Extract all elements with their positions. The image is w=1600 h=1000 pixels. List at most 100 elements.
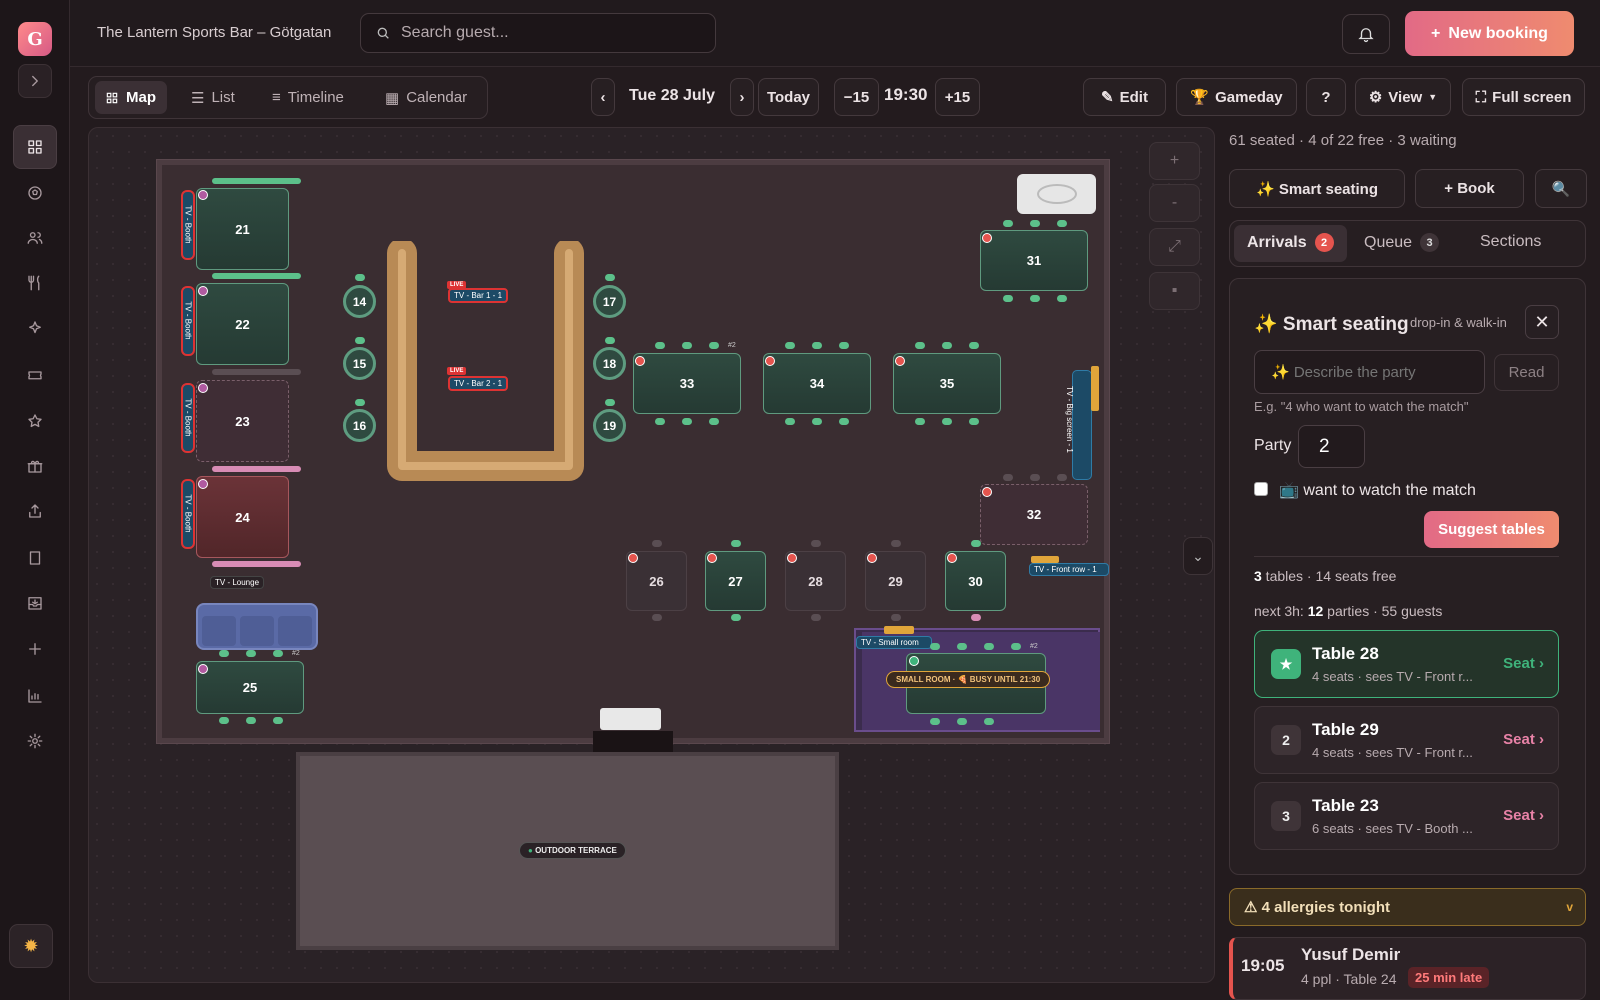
party-size-input[interactable]	[1298, 425, 1365, 468]
search-input[interactable]	[401, 24, 681, 42]
trophy-icon: 🏆	[1190, 89, 1210, 106]
table-23[interactable]: 23	[196, 380, 289, 462]
table-35[interactable]: 35	[893, 353, 1001, 414]
table-25[interactable]: 25	[196, 661, 304, 714]
table-32[interactable]: 32	[980, 484, 1088, 545]
search-guests-button[interactable]: 🔍	[1535, 169, 1587, 208]
help-button[interactable]: ?	[1306, 78, 1346, 116]
minus-15-button[interactable]: −15	[834, 78, 879, 116]
theme-toggle-sun-icon[interactable]: ✹	[9, 924, 53, 968]
rail-add[interactable]	[18, 632, 52, 666]
close-smart-seating-button[interactable]: ✕	[1525, 305, 1559, 339]
fit-view-button[interactable]: ⤢	[1149, 228, 1200, 266]
table-19[interactable]: 19	[593, 409, 626, 442]
table-31[interactable]: 31	[980, 230, 1088, 291]
suggest-tables-button[interactable]: Suggest tables	[1424, 511, 1559, 548]
table-24[interactable]: 24	[196, 476, 289, 558]
seat-tag: #2	[292, 650, 300, 657]
tab-map[interactable]: Map	[95, 81, 167, 114]
rail-archive[interactable]	[18, 586, 52, 620]
table-21[interactable]: 21	[196, 188, 289, 270]
tv-bar-1[interactable]: TV - Bar 1 - 1	[448, 288, 509, 303]
rail-book[interactable]	[18, 541, 52, 575]
watch-match-checkbox[interactable]	[1254, 482, 1268, 496]
rail-settings[interactable]	[18, 724, 52, 758]
suggestion-table-23[interactable]: 3 Table 23 6 seats · sees TV - Booth ...…	[1254, 782, 1559, 850]
tab-sections[interactable]: Sections	[1480, 233, 1541, 251]
describe-party-input[interactable]	[1254, 350, 1485, 394]
close-icon: ✕	[1534, 311, 1550, 332]
edit-button[interactable]: ✎ Edit	[1083, 78, 1166, 116]
suggestion-table-28[interactable]: ★ Table 28 4 seats · sees TV - Front r..…	[1254, 630, 1559, 698]
table-34[interactable]: 34	[763, 353, 871, 414]
plus-15-button[interactable]: +15	[935, 78, 980, 116]
fullscreen-icon: ⛶	[1475, 88, 1487, 106]
save-layout-button[interactable]: ▪	[1149, 272, 1200, 310]
rail-gifts[interactable]	[18, 449, 52, 483]
gameday-button[interactable]: 🏆 Gameday	[1176, 78, 1297, 116]
table-16[interactable]: 16	[343, 409, 376, 442]
view-dropdown[interactable]: ⚙ View ▼	[1355, 78, 1451, 116]
today-button[interactable]: Today	[758, 78, 819, 116]
tab-queue[interactable]: Queue 3	[1364, 233, 1440, 252]
users-icon	[27, 232, 43, 244]
booth-bench	[212, 466, 301, 472]
prev-day-button[interactable]: ‹	[591, 78, 615, 116]
table-22[interactable]: 22	[196, 283, 289, 365]
live-badge: LIVE	[447, 367, 467, 375]
seat-table-23-button[interactable]: Seat ›	[1503, 807, 1544, 824]
magnifier-icon: 🔍	[1551, 180, 1571, 198]
bar-counter	[387, 241, 584, 481]
suggestion-table-29[interactable]: 2 Table 29 4 seats · sees TV - Front r..…	[1254, 706, 1559, 774]
table-14[interactable]: 14	[343, 285, 376, 318]
rail-export[interactable]	[18, 494, 52, 528]
utensils-icon	[28, 275, 40, 291]
table-18[interactable]: 18	[593, 347, 626, 380]
rail-stats[interactable]	[18, 679, 52, 713]
rail-tickets[interactable]	[18, 358, 52, 392]
allergies-banner[interactable]: ⚠ 4 allergies tonight v	[1229, 888, 1586, 926]
read-button[interactable]: Read	[1494, 354, 1559, 391]
tab-calendar[interactable]: ▦ Calendar	[375, 81, 477, 114]
table-15[interactable]: 15	[343, 347, 376, 380]
rail-dashboard[interactable]	[13, 125, 57, 169]
arrival-yusuf-demir[interactable]: 19:05 Yusuf Demir 4 ppl · Table 24 25 mi…	[1229, 937, 1586, 1000]
list-icon: ☰	[191, 89, 205, 107]
zoom-out-button[interactable]: -	[1149, 184, 1200, 222]
rail-magic[interactable]	[18, 311, 52, 345]
rail-dining[interactable]	[18, 266, 52, 300]
seat-table-29-button[interactable]: Seat ›	[1503, 731, 1544, 748]
rail-football[interactable]	[18, 176, 52, 210]
venue-title: The Lantern Sports Bar – Götgatan	[97, 24, 332, 41]
search-box[interactable]	[360, 13, 716, 53]
collapse-panel-button[interactable]: ⌄	[1183, 537, 1213, 575]
tv-lounge[interactable]: TV - Lounge	[210, 576, 265, 589]
new-booking-button[interactable]: + New booking	[1405, 11, 1574, 56]
tv-big-screen[interactable]	[1072, 370, 1092, 480]
tv-bar-2[interactable]: TV - Bar 2 - 1	[448, 376, 509, 391]
describe-hint: E.g. "4 who want to watch the match"	[1254, 399, 1469, 414]
rail-favorites[interactable]	[18, 404, 52, 438]
tab-timeline[interactable]: ≡ Timeline	[262, 81, 354, 114]
queue-count-badge: 3	[1420, 233, 1440, 252]
expand-rail-button[interactable]	[18, 64, 52, 98]
rail-guests[interactable]	[18, 221, 52, 255]
tv-small-room[interactable]: TV - Small room	[856, 636, 932, 649]
tab-arrivals[interactable]: Arrivals 2	[1247, 233, 1334, 252]
next-day-button[interactable]: ›	[730, 78, 754, 116]
app-logo[interactable]: G	[18, 22, 52, 56]
inbox-icon	[28, 597, 42, 610]
table-17[interactable]: 17	[593, 285, 626, 318]
tv-front-row[interactable]: TV - Front row - 1	[1029, 563, 1109, 576]
tv-booth-label: TV - Booth	[183, 494, 193, 533]
save-icon: ▪	[1171, 282, 1178, 299]
zoom-in-button[interactable]: +	[1149, 142, 1200, 180]
seat-table-28-button[interactable]: Seat ›	[1503, 655, 1544, 672]
tab-list[interactable]: ☰ List	[181, 81, 245, 114]
fullscreen-button[interactable]: ⛶ Full screen	[1462, 78, 1585, 116]
smart-seating-button[interactable]: ✨ Smart seating	[1229, 169, 1405, 208]
table-33[interactable]: 33	[633, 353, 741, 414]
book-button[interactable]: + Book	[1415, 169, 1524, 208]
calendar-icon: ▦	[385, 89, 400, 107]
notifications-button[interactable]	[1342, 14, 1390, 54]
